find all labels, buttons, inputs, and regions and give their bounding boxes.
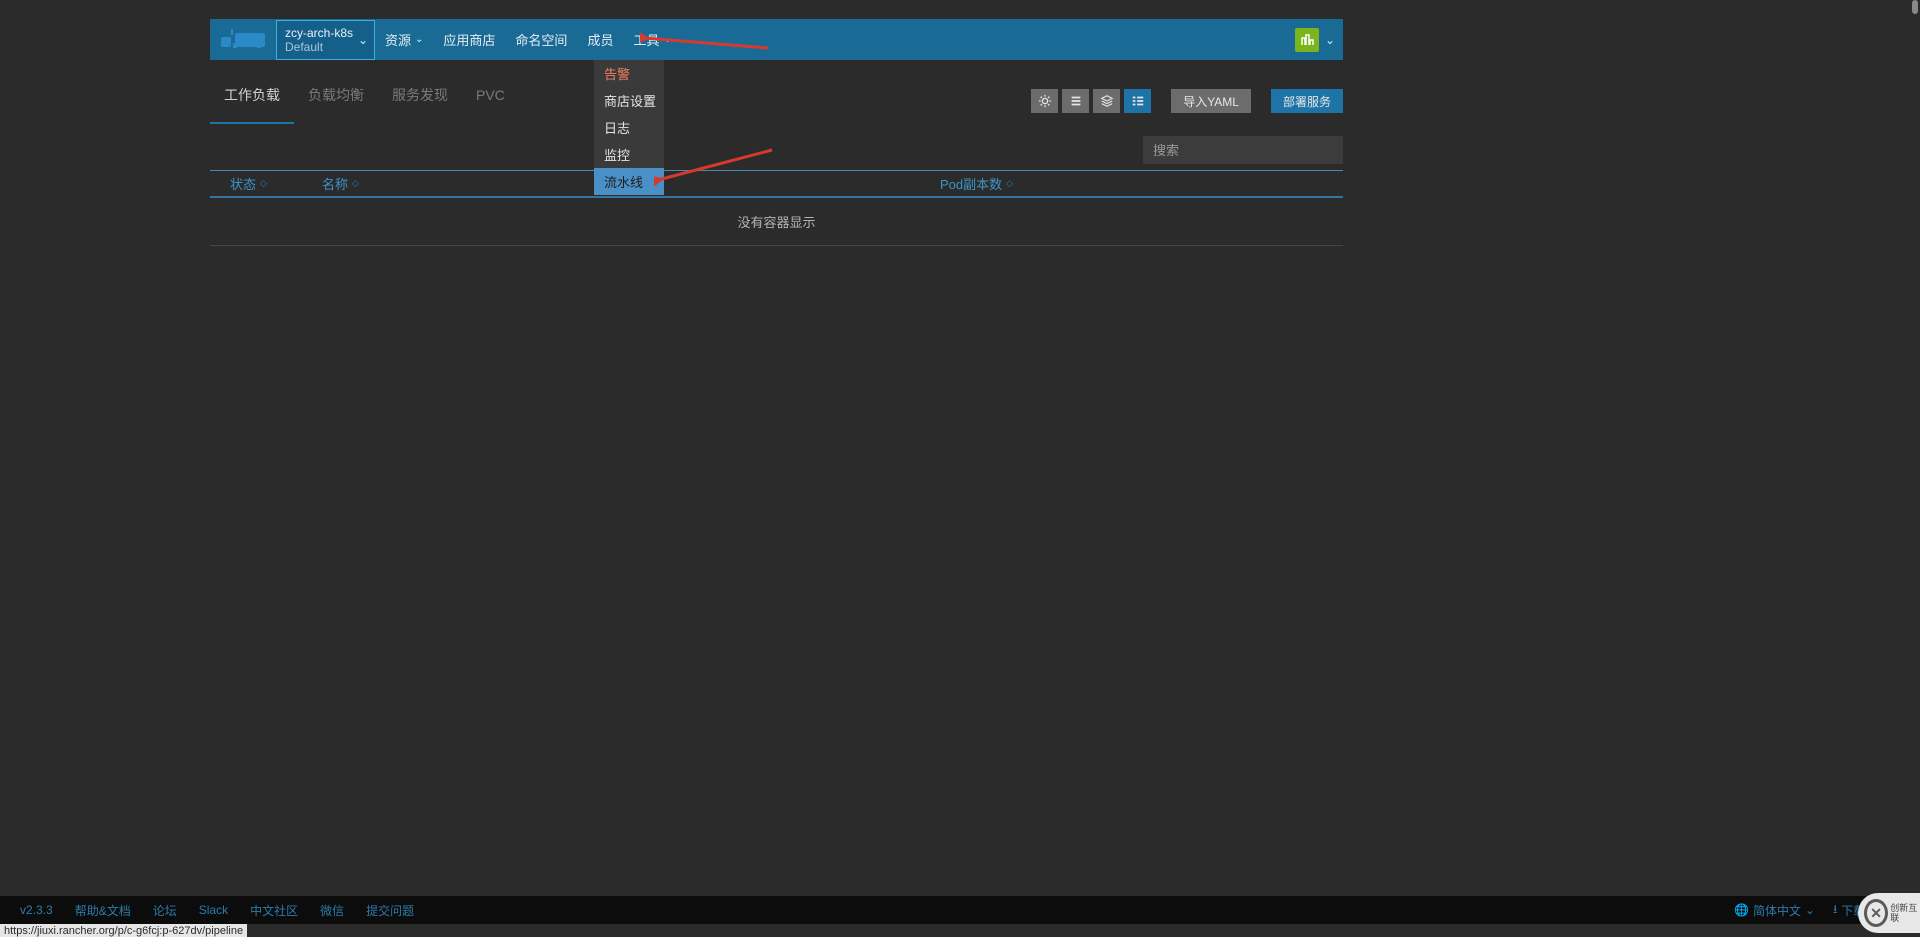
view-grid-button[interactable] <box>1031 89 1058 113</box>
status-url-text: https://jiuxi.rancher.org/p/c-g6fcj:p-62… <box>4 925 243 937</box>
import-yaml-button[interactable]: 导入YAML <box>1171 89 1251 113</box>
nav-appstore-label: 应用商店 <box>443 30 495 49</box>
footer-forum[interactable]: 论坛 <box>153 902 177 919</box>
view-group-button[interactable] <box>1093 89 1120 113</box>
annotation-arrow-top <box>640 26 770 50</box>
dropdown-pipeline-label: 流水线 <box>604 172 643 191</box>
sort-icon: ◇ <box>260 178 267 189</box>
footer-wechat[interactable]: 微信 <box>320 902 344 919</box>
topbar-right: ⌄ <box>1295 19 1343 60</box>
nav-namespaces[interactable]: 命名空间 <box>505 19 577 60</box>
sort-icon: ◇ <box>352 178 359 189</box>
th-name-label: 名称 <box>322 174 348 193</box>
tab-lb[interactable]: 负载均衡 <box>294 78 378 124</box>
footer-slack[interactable]: Slack <box>199 903 228 917</box>
tab-discovery-label: 服务发现 <box>392 85 448 105</box>
globe-icon: 🌐 <box>1734 903 1749 917</box>
subtabs: 工作负载 负载均衡 服务发现 PVC <box>210 78 519 124</box>
project-selector[interactable]: zcy-arch-k8s Default ⌄ <box>276 20 375 60</box>
watermark-text: 创新互联 <box>1890 903 1920 923</box>
view-namespace-button[interactable] <box>1124 89 1151 113</box>
table-empty-row: 没有容器显示 <box>210 198 1343 246</box>
rancher-logo[interactable] <box>210 19 276 60</box>
view-list-button[interactable] <box>1062 89 1089 113</box>
tab-discovery[interactable]: 服务发现 <box>378 78 462 124</box>
watermark-badge: ✕ 创新互联 <box>1858 893 1920 933</box>
th-pod-label: Pod副本数 <box>940 174 1002 193</box>
th-pod-replicas[interactable]: Pod副本数 ◇ <box>940 174 1013 193</box>
gear-icon <box>1038 94 1052 108</box>
search-input[interactable] <box>1143 136 1343 164</box>
table-empty-text: 没有容器显示 <box>737 212 815 231</box>
dropdown-catalog[interactable]: 商店设置 <box>594 87 664 114</box>
deploy-button[interactable]: 部署服务 <box>1271 89 1343 113</box>
tab-workload-label: 工作负载 <box>224 85 280 105</box>
footer-help[interactable]: 帮助&文档 <box>75 902 131 919</box>
workload-table: 状态 ◇ 名称 ◇ Pod副本数 ◇ 没有容器显示 <box>210 170 1343 246</box>
user-icon <box>1299 32 1315 48</box>
footer-issue[interactable]: 提交问题 <box>366 902 414 919</box>
sub-row: 工作负载 负载均衡 服务发现 PVC 导入YAML 部署服务 <box>210 78 1343 124</box>
footer-version[interactable]: v2.3.3 <box>20 903 53 917</box>
project-env: Default <box>285 40 368 54</box>
dropdown-monitoring-label: 监控 <box>604 145 630 164</box>
nav-members-label: 成员 <box>587 30 613 49</box>
import-yaml-label: 导入YAML <box>1183 93 1239 110</box>
download-icon: ⭳ <box>1833 900 1837 921</box>
top-nav-bar: zcy-arch-k8s Default ⌄ 资源 ⌄ 应用商店 命名空间 成员… <box>210 19 1343 60</box>
status-url: https://jiuxi.rancher.org/p/c-g6fcj:p-62… <box>0 924 247 937</box>
dropdown-logging[interactable]: 日志 <box>594 114 664 141</box>
search-row <box>210 136 1343 164</box>
footer-lang[interactable]: 🌐 简体中文 ⌄ <box>1734 902 1815 919</box>
user-avatar[interactable] <box>1295 28 1319 52</box>
tab-lb-label: 负载均衡 <box>308 85 364 105</box>
footer-lang-label: 简体中文 <box>1753 902 1801 919</box>
nav-members[interactable]: 成员 <box>577 19 623 60</box>
sort-icon: ◇ <box>1006 178 1013 189</box>
cow-icon <box>221 29 265 51</box>
dropdown-logging-label: 日志 <box>604 118 630 137</box>
tree-icon <box>1131 94 1145 108</box>
tab-workload[interactable]: 工作负载 <box>210 78 294 124</box>
table-header: 状态 ◇ 名称 ◇ Pod副本数 ◇ <box>210 170 1343 198</box>
nav-namespaces-label: 命名空间 <box>515 30 567 49</box>
scrollbar-thumb[interactable] <box>1912 0 1918 14</box>
project-name: zcy-arch-k8s <box>285 26 368 40</box>
deploy-label: 部署服务 <box>1283 93 1331 110</box>
chevron-down-icon: ⌄ <box>358 33 368 47</box>
stack-icon <box>1100 94 1114 108</box>
list-icon <box>1069 94 1083 108</box>
tab-pvc[interactable]: PVC <box>462 78 519 124</box>
nav-resources[interactable]: 资源 ⌄ <box>375 19 433 60</box>
annotation-arrow-bottom <box>654 146 774 186</box>
watermark-logo-icon: ✕ <box>1864 899 1888 927</box>
footer: v2.3.3 帮助&文档 论坛 Slack 中文社区 微信 提交问题 🌐 简体中… <box>0 896 1920 924</box>
th-status[interactable]: 状态 ◇ <box>230 174 322 193</box>
nav-resources-label: 资源 <box>385 30 411 49</box>
tab-pvc-label: PVC <box>476 87 505 103</box>
nav-appstore[interactable]: 应用商店 <box>433 19 505 60</box>
footer-cn-community[interactable]: 中文社区 <box>250 902 298 919</box>
sub-right-actions: 导入YAML 部署服务 <box>1031 89 1343 113</box>
chevron-down-icon[interactable]: ⌄ <box>1325 33 1335 47</box>
th-status-label: 状态 <box>230 174 256 193</box>
chevron-down-icon: ⌄ <box>1805 903 1815 917</box>
dropdown-catalog-label: 商店设置 <box>604 91 656 110</box>
dropdown-alert[interactable]: 告警 <box>594 60 664 87</box>
chevron-down-icon: ⌄ <box>415 34 423 45</box>
dropdown-alert-label: 告警 <box>604 64 630 83</box>
